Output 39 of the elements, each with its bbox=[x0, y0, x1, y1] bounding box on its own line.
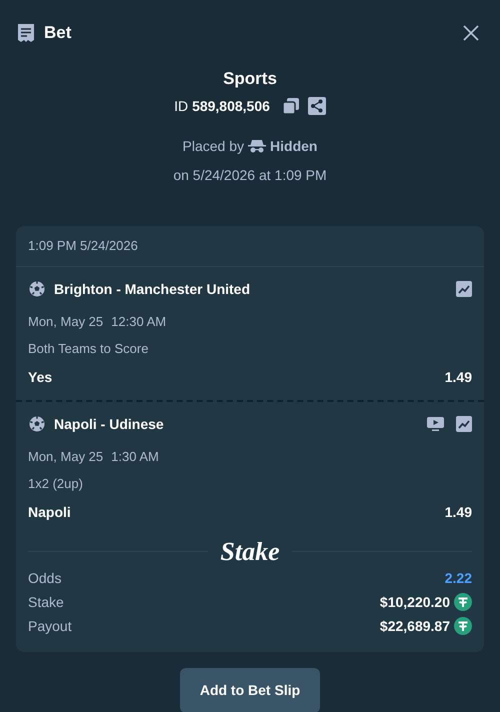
chart-icon[interactable] bbox=[456, 281, 472, 297]
add-to-bet-slip-button[interactable]: Add to Bet Slip bbox=[180, 668, 320, 712]
copy-button[interactable] bbox=[282, 96, 300, 114]
dialog-title: Bet bbox=[44, 22, 72, 44]
video-icon[interactable] bbox=[427, 416, 444, 432]
tether-icon bbox=[454, 593, 472, 611]
market-name: Both Teams to Score bbox=[28, 340, 150, 358]
match-name[interactable]: Brighton - Manchester United bbox=[54, 278, 448, 300]
match-time: 12:30 AM bbox=[111, 312, 166, 330]
bet-id-label: ID bbox=[174, 96, 188, 116]
match-name[interactable]: Napoli - Udinese bbox=[54, 414, 419, 434]
selection: Yes bbox=[28, 368, 52, 386]
tether-icon bbox=[454, 617, 472, 635]
incognito-icon bbox=[248, 139, 266, 153]
brand-logo: Stake bbox=[220, 538, 280, 564]
total-odds: 2.22 bbox=[444, 568, 472, 588]
share-button[interactable] bbox=[308, 96, 326, 114]
chart-icon[interactable] bbox=[456, 416, 472, 432]
total-label: Stake bbox=[28, 592, 64, 612]
match-date: Mon, May 25 bbox=[28, 448, 104, 466]
selection: Napoli bbox=[28, 502, 71, 522]
placed-by-user: Hidden bbox=[270, 136, 318, 156]
total-label: Odds bbox=[28, 568, 62, 588]
bet-category: Sports bbox=[223, 68, 277, 90]
match-time: 1:30 AM bbox=[111, 448, 159, 466]
receipt-icon bbox=[16, 23, 36, 43]
placed-date: on 5/24/2026 at 1:09 PM bbox=[173, 166, 327, 184]
selection-odds: 1.49 bbox=[444, 502, 472, 522]
total-amount: $10,220.20 bbox=[380, 592, 450, 612]
total-amount: $22,689.87 bbox=[380, 616, 450, 636]
bet-timestamp: 1:09 PM 5/24/2026 bbox=[28, 238, 138, 252]
bet-id: 589,808,506 bbox=[192, 96, 270, 116]
selection-odds: 1.49 bbox=[444, 368, 472, 386]
market-name: 1x2 (2up) bbox=[28, 475, 84, 493]
total-label: Payout bbox=[28, 616, 72, 636]
soccer-ball-icon bbox=[28, 415, 46, 433]
placed-by-label: Placed by bbox=[182, 136, 244, 156]
soccer-ball-icon bbox=[28, 280, 46, 298]
match-date: Mon, May 25 bbox=[28, 312, 104, 331]
